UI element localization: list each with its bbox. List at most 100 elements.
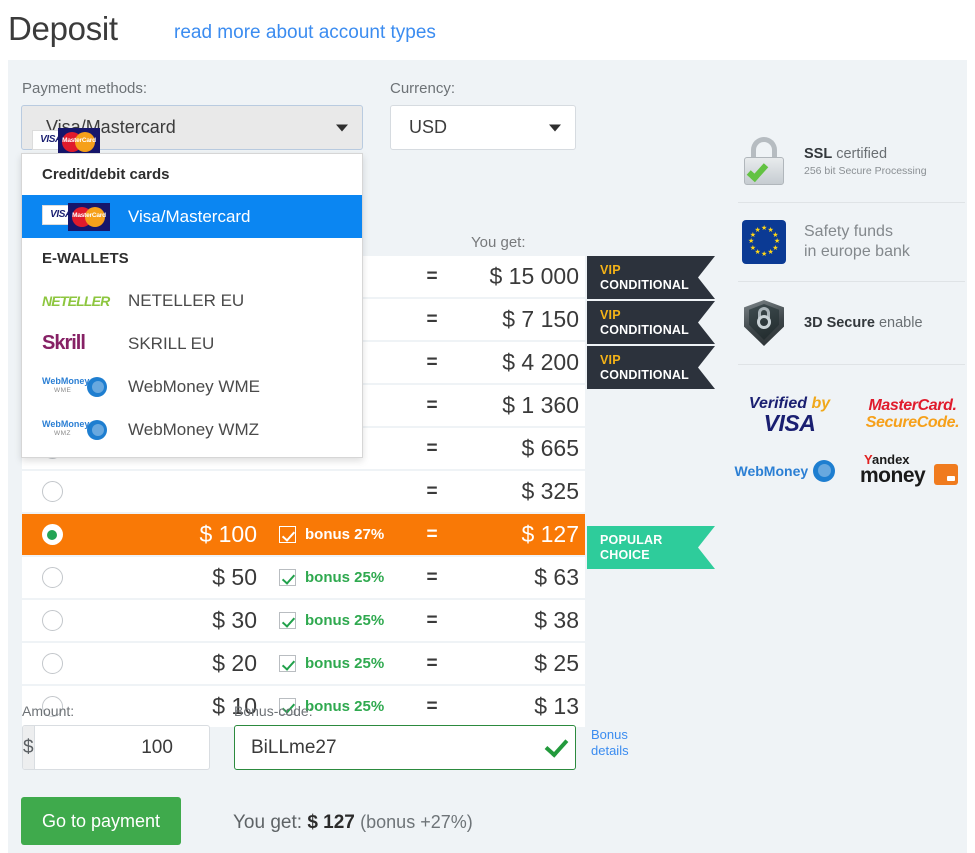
trust-item-safety-funds: ★ ★ ★ ★ ★ ★ ★ ★ ★ ★ ★ ★ Safety funds in europe bank	[728, 203, 975, 281]
dropdown-item[interactable]: WebMoney WME WebMoney WME	[22, 365, 362, 408]
bonus-code-field-wrap	[234, 725, 576, 770]
dropdown-group-title: E-WALLETS	[42, 250, 129, 267]
eu-star: ★	[749, 244, 757, 252]
secure-title-rest: enable	[874, 315, 923, 331]
dropdown-item[interactable]: WebMoney WMZ WebMoney WMZ	[22, 408, 362, 451]
bonus-checkbox[interactable]	[279, 655, 296, 672]
dropdown-item-label: WebMoney WMZ	[128, 419, 259, 439]
visa-mastercard-logo: VISA MasterCard	[42, 202, 114, 231]
amount-value: $ 50	[212, 564, 257, 590]
page-header: Deposit read more about account types	[0, 0, 975, 60]
amount-radio[interactable]	[22, 653, 82, 674]
equals-sign: =	[426, 437, 438, 459]
bonus-code-label: Bonus-code:	[234, 703, 313, 719]
badge-line1: VIP	[600, 262, 621, 277]
badge-line2: CONDITIONAL	[600, 367, 689, 382]
equals-sign: =	[426, 652, 438, 674]
bonus-checkbox[interactable]	[279, 612, 296, 629]
vip-conditional-badge: VIP CONDITIONAL	[587, 346, 715, 389]
equals-sign: =	[426, 523, 438, 545]
amount-value: $ 20	[212, 650, 257, 676]
dropdown-item[interactable]: NETELLER NETELLER EU	[22, 279, 362, 322]
chevron-down-icon	[336, 124, 348, 131]
webmoney-wme-logo: WebMoney WME	[42, 375, 114, 399]
payment-method-dropdown[interactable]: Credit/debit cards VISA MasterCard Visa/Mas…	[21, 153, 363, 458]
you-get-value: $ 1 360	[502, 392, 579, 418]
verified-by-visa-logo: Verified by VISA	[728, 387, 851, 443]
mcsc-l2: SecureCode.	[865, 414, 960, 431]
deposit-panel: Payment methods: Currency: VISA MasterCa…	[8, 60, 967, 853]
page-title: Deposit	[8, 10, 118, 47]
you-get-value: $ 25	[534, 650, 579, 676]
safety-line1: Safety funds	[804, 223, 893, 240]
amount-field-wrap: $	[22, 725, 210, 770]
dropdown-item[interactable]: VISA MasterCard Visa/Mastercard	[22, 195, 362, 238]
neteller-logo: NETELLER	[42, 292, 110, 309]
amount-radio[interactable]	[22, 610, 82, 631]
amount-option-row[interactable]: $ 50 bonus 25% = $ 63	[22, 557, 585, 600]
payment-methods-label: Payment methods:	[22, 80, 148, 97]
yandex-money-logo: Yandex money	[851, 443, 974, 499]
amount-value: $ 10	[212, 693, 257, 719]
equals-sign: =	[426, 351, 438, 373]
equals-sign: =	[426, 265, 438, 287]
bonus-checkbox[interactable]	[279, 526, 296, 543]
vbv-l2: VISA	[763, 409, 816, 436]
amount-radio[interactable]	[22, 567, 82, 588]
vip-conditional-badge: VIP CONDITIONAL	[587, 301, 715, 344]
payment-method-select[interactable]: VISA MasterCard Visa/Mastercard	[21, 105, 363, 156]
bonus-percent: bonus 25%	[305, 612, 385, 629]
summary-prefix: You get:	[233, 812, 303, 833]
equals-sign: =	[426, 308, 438, 330]
bonus-code-input[interactable]	[235, 736, 537, 759]
you-get-value: $ 15 000	[489, 263, 579, 289]
you-get-value: $ 127	[521, 521, 579, 547]
mcsc-l1: MasterCard.	[868, 397, 957, 415]
webmoney-logo: WebMoney	[728, 443, 851, 499]
badge-line2: CONDITIONAL	[600, 322, 689, 337]
you-get-value: $ 325	[521, 478, 579, 504]
currency-prefix: $	[23, 726, 35, 769]
amount-input[interactable]	[34, 726, 209, 769]
chevron-down-icon	[549, 124, 561, 131]
summary-bonus: (bonus +27%)	[360, 812, 473, 832]
amount-option-row[interactable]: $ 20 bonus 25% = $ 25	[22, 643, 585, 686]
amount-option-row[interactable]: = $ 325	[22, 471, 585, 514]
amount-radio[interactable]	[22, 524, 82, 545]
ssl-title-bold: SSL	[804, 146, 833, 162]
summary-text: You get: $ 127 (bonus +27%)	[233, 812, 473, 834]
trust-item-3d-secure: 3D Secure enable	[728, 282, 975, 364]
amount-option-row[interactable]: $ 100 bonus 27% = $ 127	[22, 514, 585, 557]
account-types-link[interactable]: read more about account types	[174, 22, 436, 44]
dropdown-item-label: WebMoney WME	[128, 376, 260, 396]
bonus-checkbox[interactable]	[279, 569, 296, 586]
amount-radio[interactable]	[22, 481, 82, 502]
bonus-details-link[interactable]: Bonus details	[591, 727, 629, 759]
ssl-title-rest: certified	[832, 146, 888, 162]
you-get-value: $ 7 150	[502, 306, 579, 332]
dropdown-item-label: Visa/Mastercard	[128, 206, 251, 226]
eu-flag-icon: ★ ★ ★ ★ ★ ★ ★ ★ ★ ★ ★ ★	[742, 220, 786, 264]
amount-label: Amount:	[22, 703, 75, 719]
webmoney-wmz-logo: WebMoney WMZ	[42, 418, 114, 442]
ssl-subtitle: 256 bit Secure Processing	[804, 165, 927, 177]
secure-title-bold: 3D Secure	[804, 315, 875, 331]
currency-select[interactable]: USD	[390, 105, 576, 150]
badge-line1: VIP	[600, 352, 621, 367]
yandex-money: money	[860, 464, 926, 487]
bonus-cell: bonus 25%	[257, 655, 412, 672]
dropdown-group-title: Credit/debit cards	[42, 166, 170, 183]
badge-line1: POPULAR	[600, 532, 663, 547]
deposit-page: Deposit read more about account types Pa…	[0, 0, 975, 853]
bonus-percent: bonus 25%	[305, 569, 385, 586]
currency-value: USD	[409, 117, 448, 137]
bonus-percent: bonus 25%	[305, 698, 385, 715]
bonus-details-line2: details	[591, 743, 629, 758]
equals-sign: =	[426, 695, 438, 717]
lock-icon	[742, 137, 786, 185]
you-get-value: $ 4 200	[502, 349, 579, 375]
go-to-payment-button[interactable]: Go to payment	[21, 797, 181, 845]
amount-option-row[interactable]: $ 30 bonus 25% = $ 38	[22, 600, 585, 643]
dropdown-item[interactable]: Skrill SKRILL EU	[22, 322, 362, 365]
trust-item-ssl: SSL certified 256 bit Secure Processing	[728, 120, 975, 202]
